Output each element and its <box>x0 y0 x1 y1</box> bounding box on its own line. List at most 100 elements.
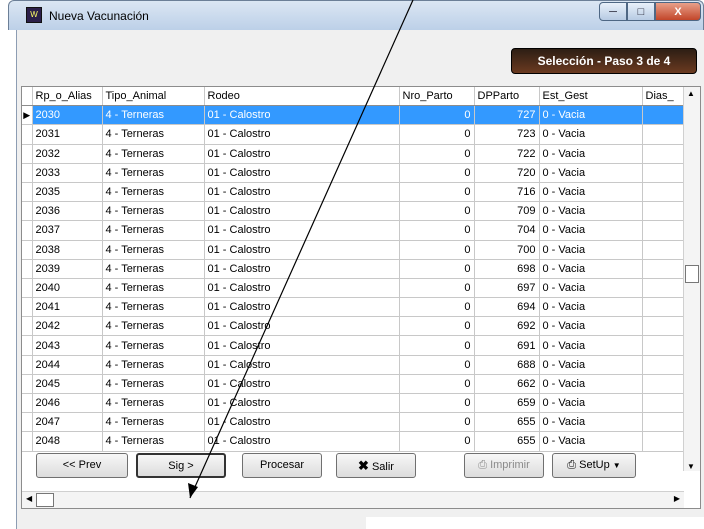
table-row[interactable]: 2031 4 - Terneras 01 - Calostro 0 723 0 - Vac… <box>22 124 685 145</box>
table-cell[interactable]: 01 - Calostro <box>204 182 400 203</box>
table-cell[interactable] <box>642 182 685 203</box>
table-cell[interactable]: 4 - Terneras <box>102 335 205 356</box>
table-cell[interactable]: 2031 <box>32 124 103 145</box>
prev-button[interactable]: << Prev <box>36 453 128 478</box>
table-cell[interactable]: 01 - Calostro <box>204 105 400 126</box>
table-cell[interactable]: 0 <box>399 278 475 299</box>
table-cell[interactable]: 0 <box>399 144 475 164</box>
table-cell[interactable]: 2030 <box>32 105 103 126</box>
table-cell[interactable]: 0 <box>399 431 475 452</box>
table-row[interactable]: 2048 4 - Terneras 01 - Calostro 0 655 0 - Vac… <box>22 431 685 452</box>
table-cell[interactable]: 662 <box>474 374 540 395</box>
table-cell[interactable]: 4 - Terneras <box>102 278 205 299</box>
title-bar[interactable]: W Nueva Vacunación ─ □ X <box>8 0 704 30</box>
table-cell[interactable]: 0 <box>399 355 475 375</box>
table-cell[interactable]: 01 - Calostro <box>204 393 400 414</box>
table-cell[interactable]: 704 <box>474 220 540 241</box>
table-cell[interactable]: 0 - Vacia <box>539 412 643 433</box>
table-cell[interactable]: 2032 <box>32 144 103 164</box>
table-cell[interactable]: 01 - Calostro <box>204 124 400 145</box>
table-row[interactable]: 2032 4 - Terneras 01 - Calostro 0 722 0 - Vac… <box>22 144 685 164</box>
table-cell[interactable]: 694 <box>474 297 540 318</box>
table-cell[interactable]: 4 - Terneras <box>102 316 205 337</box>
scroll-up-icon[interactable]: ▲ <box>687 89 695 98</box>
table-cell[interactable]: 659 <box>474 393 540 414</box>
table-cell[interactable]: 4 - Terneras <box>102 201 205 222</box>
table-cell[interactable]: 4 - Terneras <box>102 412 205 433</box>
table-cell[interactable] <box>642 124 685 145</box>
table-cell[interactable]: 01 - Calostro <box>204 163 400 183</box>
table-cell[interactable]: 2040 <box>32 278 103 299</box>
maximize-button[interactable]: □ <box>627 2 655 21</box>
table-cell[interactable]: 2036 <box>32 201 103 222</box>
table-cell[interactable]: 0 - Vacia <box>539 163 643 183</box>
scroll-left-icon[interactable]: ◀ <box>26 494 32 503</box>
row-indicator[interactable] <box>22 374 33 395</box>
vertical-scroll-thumb[interactable] <box>685 265 699 283</box>
row-indicator[interactable] <box>22 316 33 337</box>
table-cell[interactable]: 0 - Vacia <box>539 278 643 299</box>
table-cell[interactable]: 700 <box>474 240 540 260</box>
row-indicator[interactable] <box>22 220 33 241</box>
table-cell[interactable]: 2033 <box>32 163 103 183</box>
row-pointer-icon[interactable]: ▶ <box>22 105 33 126</box>
table-cell[interactable]: 2046 <box>32 393 103 414</box>
table-cell[interactable] <box>642 201 685 222</box>
table-cell[interactable]: 01 - Calostro <box>204 316 400 337</box>
table-cell[interactable]: 0 <box>399 374 475 395</box>
vertical-scrollbar[interactable]: ▲ ▼ <box>683 87 700 471</box>
scroll-right-icon[interactable]: ▶ <box>674 494 680 503</box>
horizontal-scroll-thumb[interactable] <box>36 493 54 507</box>
table-cell[interactable] <box>642 431 685 452</box>
table-cell[interactable]: 01 - Calostro <box>204 374 400 395</box>
table-cell[interactable]: 0 <box>399 220 475 241</box>
table-cell[interactable] <box>642 393 685 414</box>
row-indicator[interactable] <box>22 182 33 203</box>
close-button[interactable]: X <box>655 2 701 21</box>
row-indicator[interactable] <box>22 144 33 164</box>
table-cell[interactable]: 722 <box>474 144 540 164</box>
table-cell[interactable]: 2037 <box>32 220 103 241</box>
table-cell[interactable]: 0 <box>399 393 475 414</box>
table-cell[interactable]: 0 - Vacia <box>539 105 643 126</box>
row-indicator[interactable] <box>22 201 33 222</box>
table-cell[interactable]: 709 <box>474 201 540 222</box>
table-cell[interactable]: 0 <box>399 182 475 203</box>
table-cell[interactable]: 0 <box>399 105 475 126</box>
table-cell[interactable]: 0 <box>399 240 475 260</box>
table-cell[interactable]: 01 - Calostro <box>204 201 400 222</box>
table-cell[interactable] <box>642 105 685 126</box>
table-cell[interactable]: 0 <box>399 412 475 433</box>
table-cell[interactable]: 2041 <box>32 297 103 318</box>
table-cell[interactable]: 2045 <box>32 374 103 395</box>
table-cell[interactable]: 2044 <box>32 355 103 375</box>
table-cell[interactable]: 0 <box>399 335 475 356</box>
table-cell[interactable] <box>642 259 685 279</box>
table-cell[interactable]: 692 <box>474 316 540 337</box>
table-cell[interactable]: 0 - Vacia <box>539 431 643 452</box>
table-cell[interactable]: 4 - Terneras <box>102 124 205 145</box>
table-cell[interactable]: 0 <box>399 201 475 222</box>
row-indicator[interactable] <box>22 335 33 356</box>
table-cell[interactable]: 0 - Vacia <box>539 355 643 375</box>
table-cell[interactable]: 2042 <box>32 316 103 337</box>
column-header[interactable]: Dias_ <box>642 87 685 107</box>
table-cell[interactable] <box>642 316 685 337</box>
table-row[interactable]: 2037 4 - Terneras 01 - Calostro 0 704 0 - Vac… <box>22 220 685 241</box>
table-cell[interactable]: 01 - Calostro <box>204 412 400 433</box>
column-header[interactable]: Rodeo <box>204 87 400 107</box>
scroll-down-icon[interactable]: ▼ <box>687 462 695 471</box>
row-indicator[interactable] <box>22 412 33 433</box>
table-cell[interactable]: 4 - Terneras <box>102 393 205 414</box>
table-cell[interactable] <box>642 278 685 299</box>
table-cell[interactable]: 716 <box>474 182 540 203</box>
table-cell[interactable]: 0 - Vacia <box>539 374 643 395</box>
table-cell[interactable]: 2048 <box>32 431 103 452</box>
table-cell[interactable]: 720 <box>474 163 540 183</box>
table-cell[interactable]: 0 - Vacia <box>539 316 643 337</box>
table-cell[interactable] <box>642 355 685 375</box>
next-button[interactable]: Sig > <box>136 453 226 478</box>
table-cell[interactable]: 01 - Calostro <box>204 144 400 164</box>
table-cell[interactable]: 691 <box>474 335 540 356</box>
column-header[interactable]: Tipo_Animal <box>102 87 205 107</box>
